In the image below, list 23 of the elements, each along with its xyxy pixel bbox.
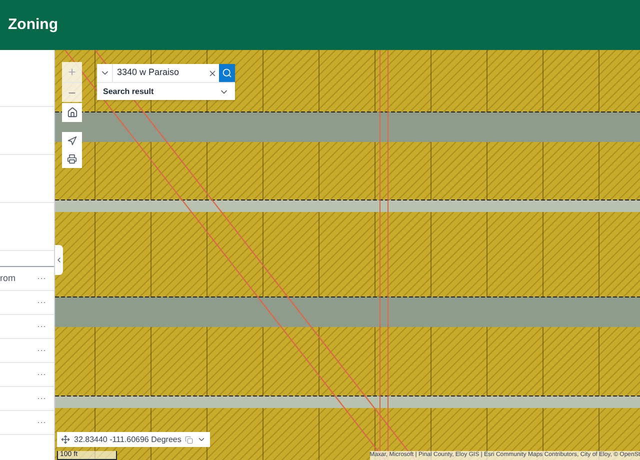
search-button[interactable] xyxy=(219,64,235,82)
close-icon xyxy=(208,68,216,78)
more-menu[interactable]: ··· xyxy=(37,346,46,355)
more-menu[interactable]: ··· xyxy=(37,298,46,307)
chevron-icon xyxy=(197,435,206,444)
plus-icon xyxy=(67,67,77,77)
more-menu[interactable]: ··· xyxy=(37,322,46,331)
chevron-icon xyxy=(55,256,63,264)
more-menu[interactable]: ··· xyxy=(37,394,46,403)
printer-icon xyxy=(67,154,77,164)
more-menu[interactable]: ··· xyxy=(37,418,46,427)
home-icon xyxy=(66,107,78,118)
more-menu[interactable]: ··· xyxy=(37,274,46,283)
copy-icon xyxy=(185,436,194,444)
search-icon xyxy=(222,68,232,78)
search-field[interactable]: 3340 w Paraiso xyxy=(113,66,205,80)
row-label: rom xyxy=(0,272,16,285)
app-title: Zoning xyxy=(8,14,58,35)
crosshair-icon xyxy=(61,435,70,444)
coordinates: 32.83440 -111.60696 Degrees xyxy=(74,434,182,446)
home-button[interactable] xyxy=(62,103,82,122)
more-menu[interactable]: ··· xyxy=(37,370,46,379)
search-result-dropdown[interactable]: Search result xyxy=(97,83,235,100)
